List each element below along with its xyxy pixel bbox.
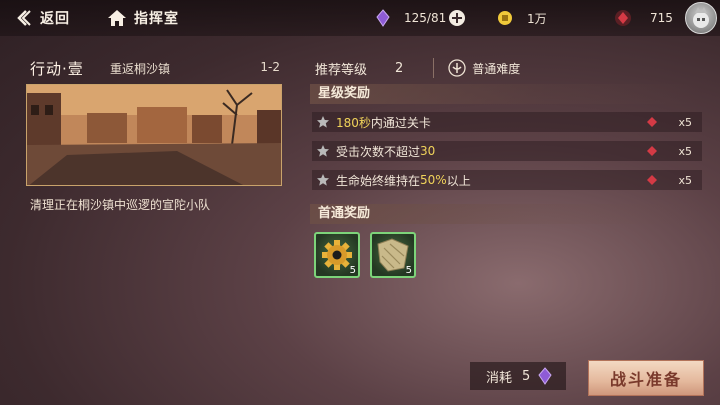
coin-value: 1万 [527,11,547,26]
stamina-display: 125/81 [376,8,446,28]
energy-cost: 消耗 5 [470,362,566,390]
cost-value: 5 [522,368,531,384]
coin-display: 1万 [497,8,547,28]
cost-label: 消耗 [486,370,513,386]
back-icon [17,10,31,26]
avatar-face-icon [693,7,709,28]
stage-subtitle: 重返桐沙镇 [110,62,171,76]
home-button[interactable]: 指挥室 [106,6,179,30]
stage-name: 行动·壹 [30,60,84,78]
back-button[interactable]: 返回 [14,6,70,30]
star-condition-2: 受击次数不超过 30 [312,141,642,161]
red-gem-icon [615,10,631,26]
reward-count: x5 [678,173,692,187]
difficulty-emblem-icon [448,59,466,77]
star-rewards-header: 星级奖励 [310,84,702,104]
star-icon [317,174,329,186]
condition-text-prefix: 受击次数不超过 [336,144,421,159]
stage-code: 1-2 [260,60,280,74]
stage-description: 清理正在桐沙镇中巡逻的宣陀小队 [30,198,211,212]
item-count: 5 [349,265,356,276]
reward-item-gear[interactable]: 5 [314,232,360,278]
back-label: 返回 [40,11,70,27]
red-gem-icon [647,146,657,156]
plus-icon [449,10,465,26]
stage-preview-image [26,84,282,186]
crystal-icon [376,9,390,27]
star-condition-3: 生命始终维持在 50% 以上 [312,170,642,190]
star-reward-1[interactable]: x5 [642,112,702,132]
condition-highlight: 30 [420,144,436,158]
red-gem-icon [647,117,657,127]
recommended-level-label: 推荐等级 [315,62,368,78]
first-clear-rewards-header: 首通奖励 [310,204,702,224]
top-bar: 返回 指挥室 125/81 1万 715 [0,0,720,36]
star-condition-1: 180秒 内通过关卡 [312,112,642,132]
item-count: 5 [405,265,412,276]
stage-title-row: 行动·壹 重返桐沙镇 1-2 [30,58,280,78]
divider [433,58,435,78]
stage-info-row: 推荐等级 2 普通难度 [315,58,520,78]
star-icon [317,116,329,128]
stamina-value: 125/81 [404,11,447,25]
crystal-icon [538,367,552,385]
star-icon [317,145,329,157]
condition-highlight: 50% [420,173,447,187]
town-scene-illustration [27,85,281,185]
star-reward-3[interactable]: x5 [642,170,702,190]
recommended-level-value: 2 [395,60,404,76]
home-icon [108,10,126,26]
reward-count: x5 [678,115,692,129]
red-gem-icon [647,175,657,185]
gem-display: 715 [614,8,673,28]
reward-count: x5 [678,144,692,158]
home-label: 指挥室 [134,11,179,27]
star-reward-2[interactable]: x5 [642,141,702,161]
condition-highlight: 180秒 [336,115,371,130]
difficulty-label: 普通难度 [472,61,521,76]
battle-prepare-button[interactable]: 战斗准备 [588,360,704,396]
avatar[interactable] [685,2,717,34]
condition-text-suffix: 以上 [446,173,471,188]
coin-icon [498,11,512,25]
condition-text-suffix: 内通过关卡 [370,115,431,130]
reward-item-cloth[interactable]: 5 [370,232,416,278]
gem-value: 715 [650,11,673,25]
add-stamina-button[interactable] [448,8,466,28]
condition-text-prefix: 生命始终维持在 [336,173,421,188]
